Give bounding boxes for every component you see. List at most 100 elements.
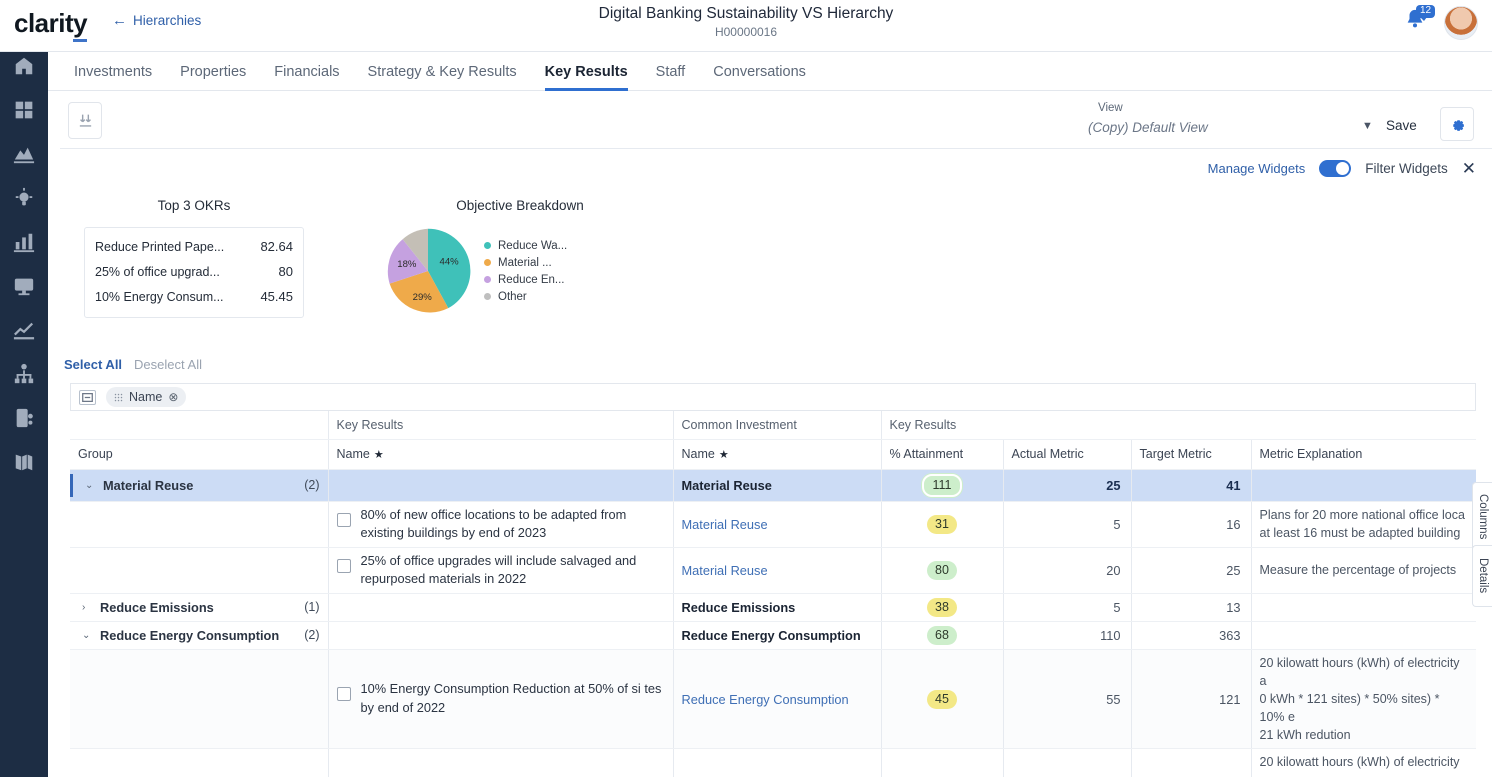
workflow-icon[interactable]	[10, 404, 38, 432]
settings-button[interactable]	[1440, 107, 1474, 141]
attainment-cell: 31	[881, 501, 1003, 547]
okr-row[interactable]: 10% Energy Consum... 45.45	[95, 284, 293, 309]
okr-row[interactable]: 25% of office upgrad... 80	[95, 259, 293, 284]
row-checkbox[interactable]	[337, 559, 351, 573]
chevron-down-icon[interactable]: ▼	[1362, 120, 1373, 132]
details-side-tab[interactable]: Details	[1472, 545, 1492, 607]
target-metric-cell: 363	[1131, 621, 1251, 649]
attainment-cell: 111	[881, 469, 1003, 501]
okr-row[interactable]: Reduce Printed Pape... 82.64	[95, 234, 293, 259]
collapse-all-icon[interactable]	[79, 390, 96, 405]
tab-investments[interactable]: Investments	[74, 52, 152, 91]
actual-metric-cell: 20	[1003, 547, 1131, 593]
group-by-chip-name[interactable]: Name ⊗	[106, 387, 186, 407]
select-all-link[interactable]: Select All	[64, 357, 122, 372]
export-button[interactable]	[68, 102, 102, 139]
table-row[interactable]: 10% Energy Consumption Reduction at 50% …	[70, 649, 1476, 749]
tab-properties[interactable]: Properties	[180, 52, 246, 91]
back-to-hierarchies-link[interactable]: ← Hierarchies	[112, 12, 201, 29]
legend-item[interactable]: Other	[484, 288, 567, 305]
investment-cell[interactable]: Reduce Energy Consumption	[673, 649, 881, 749]
legend-item[interactable]: Reduce Wa...	[484, 237, 567, 254]
area-chart-icon[interactable]	[10, 140, 38, 168]
manage-widgets-link[interactable]: Manage Widgets	[1208, 161, 1306, 176]
table-row[interactable]: ⌄ Reduce Energy Consumption (2) Reduce E…	[70, 621, 1476, 649]
columns-side-tab[interactable]: Columns	[1472, 482, 1492, 552]
grid-icon[interactable]	[10, 96, 38, 124]
actual-metric-cell: 25	[1003, 469, 1131, 501]
col-kr-name[interactable]: Name★	[328, 439, 673, 469]
lightbulb-icon[interactable]	[10, 184, 38, 212]
save-view-button[interactable]: Save	[1386, 118, 1417, 133]
monitor-icon[interactable]	[10, 272, 38, 300]
tab-key-results[interactable]: Key Results	[545, 52, 628, 91]
investment-cell[interactable]: Reduce Energy Consumption	[673, 749, 881, 777]
chevron-down-icon[interactable]: ⌄	[82, 630, 92, 641]
investment-cell[interactable]: Material Reuse	[673, 547, 881, 593]
col-actual-metric[interactable]: Actual Metric	[1003, 439, 1131, 469]
org-chart-icon[interactable]	[10, 360, 38, 388]
col-metric-explanation[interactable]: Metric Explanation	[1251, 439, 1476, 469]
explanation-cell	[1251, 593, 1476, 621]
group-by-bar: Name ⊗	[70, 383, 1476, 411]
col-group[interactable]: Group	[70, 439, 328, 469]
tab-staff[interactable]: Staff	[656, 52, 686, 91]
investment-cell[interactable]: Material Reuse	[673, 501, 881, 547]
kr-name-cell	[328, 593, 673, 621]
home-icon[interactable]	[10, 52, 38, 80]
book-icon[interactable]	[10, 448, 38, 476]
group-cell	[70, 501, 328, 547]
actual-metric-cell: 55	[1003, 749, 1131, 777]
okr-label: 10% Energy Consum...	[95, 290, 224, 304]
close-icon[interactable]: ✕	[1462, 160, 1476, 177]
table-row[interactable]: 10% Energy Consumption Reduction at 100%…	[70, 749, 1476, 777]
legend-label: Material ...	[498, 257, 552, 269]
filter-widgets-toggle[interactable]	[1319, 160, 1351, 177]
widget-controls: Manage Widgets Filter Widgets ✕	[1208, 160, 1476, 177]
kr-name-cell: 80% of new office locations to be adapte…	[328, 501, 673, 547]
bar-chart-icon[interactable]	[10, 228, 38, 256]
deselect-all-link[interactable]: Deselect All	[134, 357, 202, 372]
group-cell[interactable]: › Reduce Emissions (1)	[70, 593, 328, 621]
group-cell[interactable]: ⌄ Reduce Energy Consumption (2)	[70, 621, 328, 649]
remove-chip-icon[interactable]: ⊗	[168, 390, 178, 404]
kr-name-cell	[328, 621, 673, 649]
table-row[interactable]: › Reduce Emissions (1) Reduce Emissions …	[70, 593, 1476, 621]
top-okrs-widget: Top 3 OKRs Reduce Printed Pape... 82.64 …	[84, 198, 304, 318]
svg-text:44%: 44%	[440, 256, 460, 267]
col-target-metric[interactable]: Target Metric	[1131, 439, 1251, 469]
tab-strategy-key-results[interactable]: Strategy & Key Results	[368, 52, 517, 91]
legend-label: Reduce En...	[498, 274, 564, 286]
kr-name: 10% Energy Consumption Reduction at 50% …	[361, 680, 665, 717]
group-count: (2)	[304, 478, 319, 492]
table-row[interactable]: 80% of new office locations to be adapte…	[70, 501, 1476, 547]
legend-item[interactable]: Material ...	[484, 254, 567, 271]
view-select-label: View	[1094, 102, 1127, 114]
line-chart-icon[interactable]	[10, 316, 38, 344]
chevron-right-icon[interactable]: ›	[82, 602, 92, 613]
col-investment-name[interactable]: Name★	[673, 439, 881, 469]
selection-bar: Select All Deselect All	[64, 357, 202, 372]
tab-conversations[interactable]: Conversations	[713, 52, 806, 91]
explanation-cell: 20 kilowatt hours (kWh) of electricity a…	[1251, 749, 1476, 777]
group-header-key-results-metrics: Key Results	[881, 411, 1476, 439]
legend-item[interactable]: Reduce En...	[484, 271, 567, 288]
okr-value: 45.45	[260, 289, 293, 304]
group-cell[interactable]: ⌄ Material Reuse (2)	[70, 469, 328, 501]
row-checkbox[interactable]	[337, 687, 351, 701]
attainment-badge: 38	[927, 598, 957, 617]
objective-breakdown-pie[interactable]: 44% 29% 18%	[380, 223, 476, 319]
actual-metric-cell: 110	[1003, 621, 1131, 649]
tab-financials[interactable]: Financials	[274, 52, 339, 91]
app-logo[interactable]: clarity	[14, 8, 87, 39]
attainment-cell: 45	[881, 649, 1003, 749]
col-attainment[interactable]: % Attainment	[881, 439, 1003, 469]
notifications-button[interactable]: 12	[1404, 8, 1434, 40]
row-checkbox[interactable]	[337, 513, 351, 527]
table-row[interactable]: ⌄ Material Reuse (2) Material Reuse 111 …	[70, 469, 1476, 501]
chevron-down-icon[interactable]: ⌄	[85, 480, 95, 491]
group-cell	[70, 649, 328, 749]
user-avatar[interactable]	[1444, 6, 1478, 40]
table-row[interactable]: 25% of office upgrades will include salv…	[70, 547, 1476, 593]
grid-group-header-row: Key Results Common Investment Key Result…	[70, 411, 1476, 439]
